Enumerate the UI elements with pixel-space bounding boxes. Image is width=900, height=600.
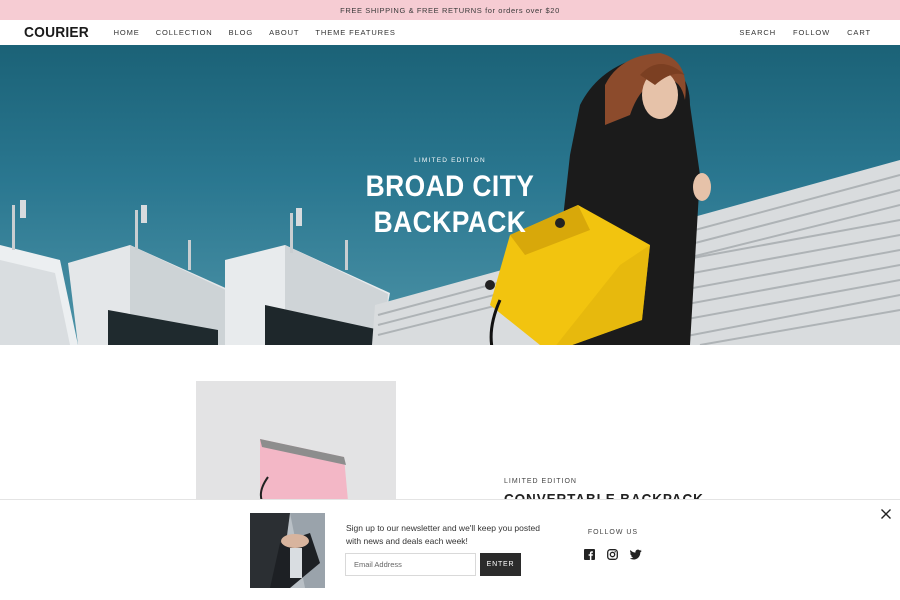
facebook-icon[interactable] bbox=[584, 547, 595, 560]
close-icon[interactable] bbox=[880, 507, 892, 519]
hero-title: BROAD CITY BACKPACK bbox=[318, 169, 582, 241]
site-header: COURIER HOME COLLECTION BLOG ABOUT THEME… bbox=[0, 20, 900, 45]
instagram-icon[interactable] bbox=[607, 547, 618, 560]
nav-follow[interactable]: FOLLOW bbox=[793, 28, 830, 37]
announcement-bar: FREE SHIPPING & FREE RETURNS for orders … bbox=[0, 0, 900, 20]
page: FREE SHIPPING & FREE RETURNS for orders … bbox=[0, 0, 900, 600]
newsletter-image bbox=[250, 513, 325, 588]
nav-search[interactable]: SEARCH bbox=[739, 28, 776, 37]
main-nav: HOME COLLECTION BLOG ABOUT THEME FEATURE… bbox=[114, 28, 396, 37]
nav-collection[interactable]: COLLECTION bbox=[156, 28, 213, 37]
product-image-art bbox=[196, 381, 396, 501]
product-eyebrow: LIMITED EDITION bbox=[504, 478, 577, 485]
nav-home[interactable]: HOME bbox=[114, 28, 140, 37]
nav-cart[interactable]: CART bbox=[847, 28, 871, 37]
hero-eyebrow: LIMITED EDITION bbox=[414, 157, 486, 164]
twitter-icon[interactable] bbox=[629, 547, 642, 560]
social-links bbox=[584, 547, 642, 560]
hero-title-line-1: BROAD CITY bbox=[365, 170, 535, 203]
announcement-text: FREE SHIPPING & FREE RETURNS for orders … bbox=[340, 5, 560, 15]
enter-button[interactable]: ENTER bbox=[480, 553, 521, 576]
hero-banner[interactable]: LIMITED EDITION BROAD CITY BACKPACK bbox=[0, 45, 900, 345]
hero-title-line-2: BACKPACK bbox=[373, 206, 527, 239]
email-field[interactable] bbox=[345, 553, 476, 576]
logo[interactable]: COURIER bbox=[24, 24, 89, 41]
newsletter-text: Sign up to our newsletter and we'll keep… bbox=[346, 523, 540, 546]
newsletter-popup: Sign up to our newsletter and we'll keep… bbox=[0, 499, 900, 600]
utility-nav: SEARCH FOLLOW CART bbox=[739, 28, 876, 37]
nav-theme-features[interactable]: THEME FEATURES bbox=[315, 28, 395, 37]
product-image[interactable] bbox=[196, 381, 396, 501]
follow-us-label: FOLLOW US bbox=[587, 529, 639, 536]
nav-blog[interactable]: BLOG bbox=[229, 28, 253, 37]
hero-text: LIMITED EDITION BROAD CITY BACKPACK bbox=[300, 157, 600, 241]
nav-about[interactable]: ABOUT bbox=[269, 28, 299, 37]
